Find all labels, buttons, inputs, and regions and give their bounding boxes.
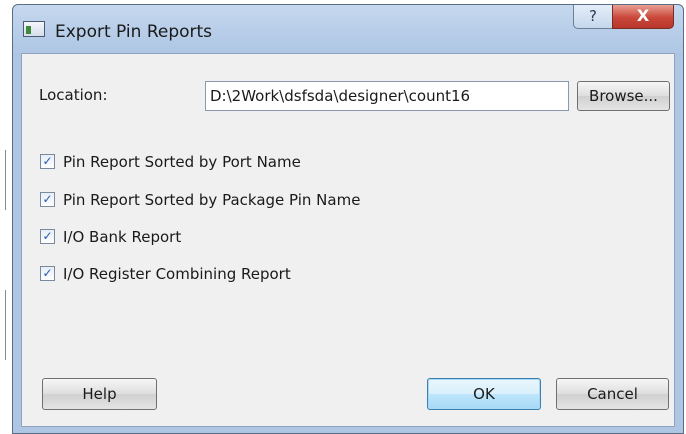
background-edge bbox=[0, 0, 12, 434]
close-button[interactable]: X bbox=[612, 5, 674, 29]
option-label: I/O Register Combining Report bbox=[63, 265, 291, 283]
dialog-body: Location: Browse... ✓ Pin Report Sorted … bbox=[21, 53, 675, 427]
location-label: Location: bbox=[39, 86, 108, 104]
edge-line bbox=[5, 290, 6, 360]
window-app-icon bbox=[23, 21, 45, 37]
checkbox-io-register[interactable]: ✓ bbox=[40, 266, 55, 281]
cancel-button[interactable]: Cancel bbox=[556, 378, 669, 410]
option-label: Pin Report Sorted by Port Name bbox=[63, 153, 301, 171]
checkbox-port-name[interactable]: ✓ bbox=[40, 154, 55, 169]
edge-line bbox=[5, 150, 6, 210]
browse-button[interactable]: Browse... bbox=[577, 81, 670, 111]
checkmark-icon: ✓ bbox=[42, 266, 53, 280]
checkmark-icon: ✓ bbox=[42, 154, 53, 168]
checkmark-icon: ✓ bbox=[42, 192, 53, 206]
dialog-title: Export Pin Reports bbox=[55, 22, 213, 42]
close-icon: X bbox=[636, 6, 650, 25]
help-title-button[interactable]: ? bbox=[573, 5, 613, 29]
option-label: I/O Bank Report bbox=[63, 228, 182, 246]
checkmark-icon: ✓ bbox=[42, 229, 53, 243]
checkbox-io-bank[interactable]: ✓ bbox=[40, 229, 55, 244]
checkbox-package-pin-name[interactable]: ✓ bbox=[40, 192, 55, 207]
ok-button[interactable]: OK bbox=[427, 378, 541, 410]
title-bar[interactable]: Export Pin Reports ? X bbox=[13, 5, 683, 53]
location-input[interactable] bbox=[205, 81, 569, 111]
export-pin-reports-dialog: Export Pin Reports ? X Location: Browse.… bbox=[12, 4, 684, 434]
help-button[interactable]: Help bbox=[42, 378, 157, 410]
question-mark-icon: ? bbox=[589, 7, 597, 25]
option-label: Pin Report Sorted by Package Pin Name bbox=[63, 191, 361, 209]
